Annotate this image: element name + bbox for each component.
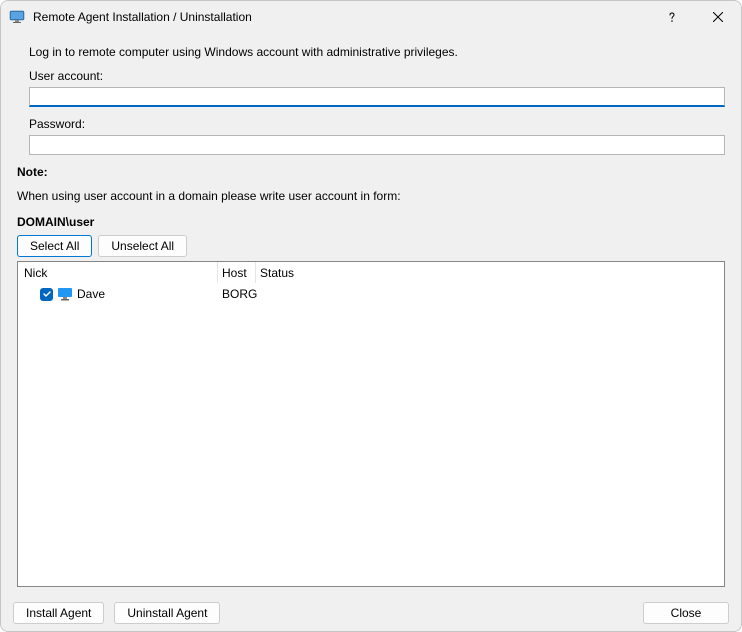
row-nick-cell: Dave — [18, 287, 218, 301]
dialog-window: Remote Agent Installation / Uninstallati… — [0, 0, 742, 632]
app-icon — [9, 9, 25, 25]
checkmark-icon — [42, 289, 52, 299]
selection-button-row: Select All Unselect All — [17, 235, 725, 257]
window-title: Remote Agent Installation / Uninstallati… — [33, 10, 649, 24]
row-checkbox[interactable] — [40, 288, 53, 301]
monitor-icon — [57, 287, 73, 301]
close-button[interactable]: Close — [643, 602, 729, 624]
note-label: Note: — [17, 165, 725, 179]
password-input[interactable] — [29, 135, 725, 155]
note-text: When using user account in a domain plea… — [17, 189, 725, 203]
unselect-all-button[interactable]: Unselect All — [98, 235, 187, 257]
column-header-host[interactable]: Host — [218, 262, 256, 283]
user-account-input[interactable] — [29, 87, 725, 107]
titlebar: Remote Agent Installation / Uninstallati… — [1, 1, 741, 33]
dialog-content: Log in to remote computer using Windows … — [1, 33, 741, 595]
user-account-label: User account: — [17, 69, 725, 83]
list-body: Dave BORG — [18, 284, 724, 586]
instruction-text: Log in to remote computer using Windows … — [17, 45, 725, 59]
column-header-status[interactable]: Status — [256, 262, 724, 283]
password-label: Password: — [17, 117, 725, 131]
close-icon — [713, 12, 723, 22]
bottom-button-bar: Install Agent Uninstall Agent Close — [1, 595, 741, 631]
install-agent-button[interactable]: Install Agent — [13, 602, 104, 624]
select-all-button[interactable]: Select All — [17, 235, 92, 257]
column-header-nick[interactable]: Nick — [18, 262, 218, 283]
close-window-button[interactable] — [695, 1, 741, 33]
domain-format-text: DOMAIN\user — [17, 215, 725, 229]
list-item[interactable]: Dave BORG — [18, 284, 724, 304]
row-host-cell: BORG — [218, 287, 256, 301]
uninstall-agent-button[interactable]: Uninstall Agent — [114, 602, 220, 624]
list-header: Nick Host Status — [18, 262, 724, 284]
computer-list: Nick Host Status — [17, 261, 725, 587]
titlebar-controls — [649, 1, 741, 33]
row-nick-label: Dave — [77, 287, 105, 301]
help-button[interactable] — [649, 1, 695, 33]
help-icon — [666, 11, 678, 23]
